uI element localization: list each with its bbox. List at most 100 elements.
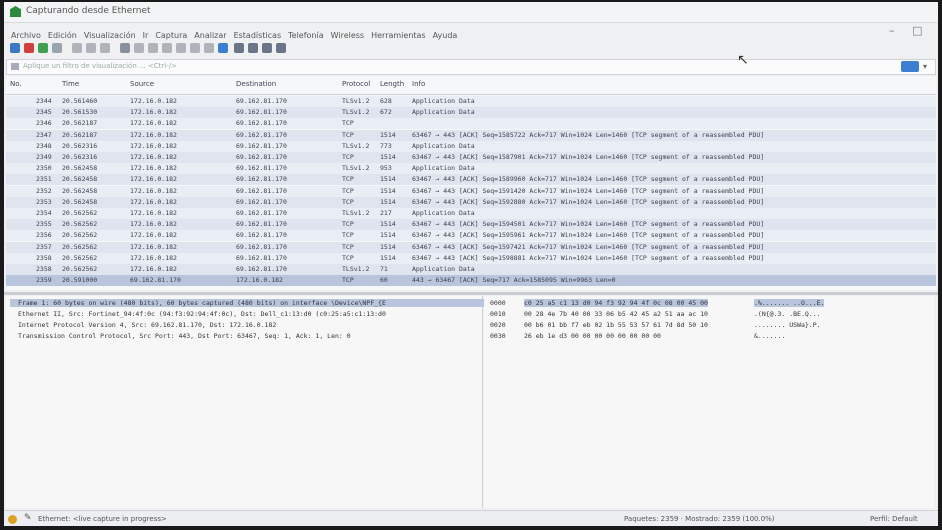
cell-time: 20.562458 [62, 164, 98, 173]
normal-size-icon[interactable] [262, 43, 272, 53]
cell-time: 20.562458 [62, 175, 98, 184]
hex-hex: 26 eb 1e d3 00 00 00 00 00 00 00 00 [524, 332, 661, 340]
minimize-button[interactable]: – [889, 24, 895, 37]
table-row[interactable]: 2355 20.562562 172.16.0.182 69.162.81.170 TC… [6, 219, 936, 231]
cell-time: 20.562562 [62, 242, 98, 251]
close-file-icon[interactable] [86, 43, 96, 53]
go-to-packet-icon[interactable] [162, 43, 172, 53]
detail-tree-item[interactable]: Frame 1: 60 bytes on wire (480 bits), 60… [10, 299, 486, 307]
table-row[interactable]: 2357 20.562562 172.16.0.182 69.162.81.170 TC… [6, 241, 936, 253]
packet-list[interactable]: No. Time Source Destination Protocol Len… [6, 76, 936, 290]
capture-comment-icon[interactable]: ✎ [24, 513, 32, 523]
go-forward-icon[interactable] [148, 43, 158, 53]
hex-off: 0030 [490, 332, 506, 340]
cell-proto: TCP [342, 197, 354, 206]
last-packet-icon[interactable] [190, 43, 200, 53]
menu-item-4[interactable]: Captura [155, 31, 187, 40]
table-row[interactable]: 2346 20.562187 172.16.0.182 69.162.81.170 TC… [6, 118, 936, 130]
cell-no: 2358 [36, 253, 52, 262]
cell-no: 2353 [36, 197, 52, 206]
apply-filter-icon[interactable] [901, 61, 919, 72]
profile-label[interactable]: Perfil: Default [870, 515, 918, 523]
cell-info: Application Data [412, 141, 475, 150]
menu-item-1[interactable]: Edición [48, 31, 77, 40]
column-source[interactable]: Source [130, 80, 154, 88]
hex-hex: c0 25 a5 c1 13 d0 94 f3 92 94 4f 0c 08 0… [524, 299, 708, 307]
go-back-icon[interactable] [134, 43, 144, 53]
table-row[interactable]: 2347 20.562187 172.16.0.182 69.162.81.170 TC… [6, 129, 936, 141]
menu-item-3[interactable]: Ir [143, 31, 149, 40]
cell-dst: 69.162.81.170 [236, 186, 287, 195]
table-row[interactable]: 2351 20.562458 172.16.0.182 69.162.81.170 TC… [6, 174, 936, 186]
wireshark-logo-icon [10, 6, 21, 17]
menu-item-7[interactable]: Telefonía [288, 31, 324, 40]
detail-tree-item[interactable]: Transmission Control Protocol, Src Port:… [10, 332, 351, 340]
cell-len: 628 [380, 97, 392, 105]
hex-off: 0010 [490, 310, 506, 318]
table-row[interactable]: 2353 20.562458 172.16.0.182 69.162.81.170 TC… [6, 196, 936, 208]
cell-info: Application Data [412, 164, 475, 173]
open-file-icon[interactable] [72, 43, 82, 53]
find-icon[interactable] [120, 43, 130, 53]
table-row[interactable]: 2358 20.562562 172.16.0.182 69.162.81.170 TL… [6, 264, 936, 275]
hex-ascii: .%....... ..O...E. [754, 299, 825, 307]
stop-capture-icon[interactable] [24, 43, 34, 53]
menu-item-6[interactable]: Estadísticas [234, 31, 282, 40]
capture-options-icon[interactable] [52, 43, 62, 53]
menu-item-2[interactable]: Visualización [84, 31, 136, 40]
filter-dropdown-icon[interactable]: ▾ [923, 61, 933, 72]
title-bar: Capturando desde Ethernet [4, 2, 938, 23]
column-length[interactable]: Length [380, 80, 404, 88]
zoom-in-icon[interactable] [234, 43, 244, 53]
table-row[interactable]: 2344 20.561460 172.16.0.182 69.162.81.170 TL… [6, 96, 936, 107]
menu-item-9[interactable]: Herramientas [371, 31, 426, 40]
cell-src: 172.16.0.182 [130, 108, 177, 117]
table-row[interactable]: 2349 20.562316 172.16.0.182 69.162.81.170 TC… [6, 152, 936, 163]
menu-item-10[interactable]: Ayuda [433, 31, 458, 40]
menu-item-5[interactable]: Analizar [194, 31, 226, 40]
resize-columns-icon[interactable] [276, 43, 286, 53]
cell-no: 2351 [36, 175, 52, 184]
menu-item-0[interactable]: Archivo [11, 31, 41, 40]
table-row[interactable]: 2350 20.562458 172.16.0.182 69.162.81.170 TL… [6, 163, 936, 175]
table-row[interactable]: 2352 20.562458 172.16.0.182 69.162.81.170 TC… [6, 185, 936, 197]
zoom-out-icon[interactable] [248, 43, 258, 53]
reload-icon[interactable] [100, 43, 110, 53]
column-destination[interactable]: Destination [236, 80, 276, 88]
column-info[interactable]: Info [412, 80, 425, 88]
table-row[interactable]: 2354 20.562562 172.16.0.182 69.162.81.170 TL… [6, 208, 936, 219]
table-row[interactable]: 2356 20.562562 172.16.0.182 69.162.81.170 TC… [6, 230, 936, 242]
table-row[interactable]: 2348 20.562316 172.16.0.182 69.162.81.170 TL… [6, 140, 936, 152]
start-capture-icon[interactable] [10, 43, 20, 53]
cell-len: 773 [380, 141, 392, 150]
pane-splitter[interactable] [4, 292, 938, 295]
cell-src: 172.16.0.182 [130, 197, 177, 206]
cell-len: 217 [380, 209, 392, 217]
packet-counts: Paquetes: 2359 · Mostrado: 2359 (100.0%) [624, 515, 775, 523]
display-filter-bar[interactable]: Aplique un filtro de visualización ... <… [6, 59, 936, 75]
cell-len: 60 [380, 276, 388, 285]
cell-src: 172.16.0.182 [130, 253, 177, 262]
column-time[interactable]: Time [62, 80, 79, 88]
menu-item-8[interactable]: Wireless [331, 31, 364, 40]
table-row[interactable]: 2359 20.591000 69.162.81.170 172.16.0.182 TC… [6, 275, 936, 287]
table-row[interactable]: 2345 20.561530 172.16.0.182 69.162.81.170 TL… [6, 107, 936, 119]
cell-len: 1514 [380, 130, 396, 139]
packet-bytes-pane[interactable]: 0000 c0 25 a5 c1 13 d0 94 f3 92 94 4f 0c … [484, 296, 934, 508]
cell-time: 20.561460 [62, 97, 98, 105]
maximize-button[interactable]: □ [912, 24, 922, 37]
first-packet-icon[interactable] [176, 43, 186, 53]
autoscroll-icon[interactable] [204, 43, 214, 53]
detail-tree-item[interactable]: Ethernet II, Src: Fortinet_94:4f:0c (94:… [10, 310, 386, 318]
column-protocol[interactable]: Protocol [342, 80, 370, 88]
filter-input[interactable]: Aplique un filtro de visualización ... <… [23, 62, 177, 70]
detail-tree-item[interactable]: Internet Protocol Version 4, Src: 69.162… [10, 321, 276, 329]
hex-ascii: ........ USWa}.P. [754, 321, 821, 329]
column-no[interactable]: No. [10, 80, 22, 88]
restart-capture-icon[interactable] [38, 43, 48, 53]
colorize-icon[interactable] [218, 43, 228, 53]
bookmark-icon[interactable] [11, 63, 19, 70]
expert-info-icon[interactable] [8, 515, 17, 524]
packet-details-pane[interactable]: Frame 1: 60 bytes on wire (480 bits), 60… [6, 296, 486, 508]
table-row[interactable]: 2358 20.562562 172.16.0.182 69.162.81.170 TC… [6, 252, 936, 264]
